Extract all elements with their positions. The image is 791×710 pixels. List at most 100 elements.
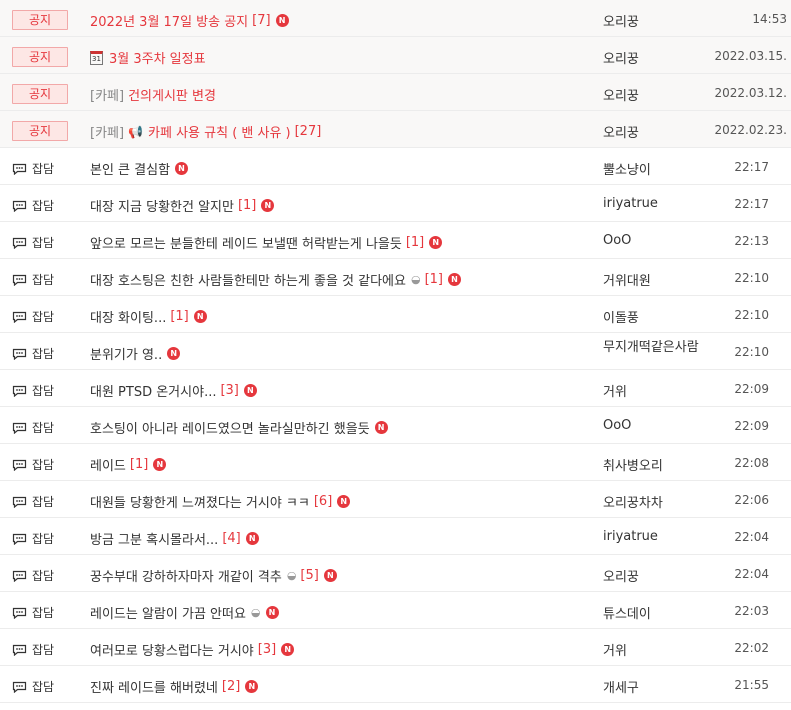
post-category[interactable]: 잡담 <box>12 567 54 584</box>
post-date: 22:17 <box>734 197 769 211</box>
notice-title-link[interactable]: 2022년 3월 17일 방송 공지 [7] N <box>90 11 289 30</box>
comment-count[interactable]: [27] <box>295 124 322 139</box>
post-title-text: 본인 큰 결심함 <box>90 163 171 178</box>
post-title-link[interactable]: 대원들 당황한게 느껴졌다는 거시야 ㅋㅋ [6] N <box>90 492 351 511</box>
author-name[interactable]: 오리꿍 <box>603 11 639 30</box>
author-name[interactable]: 뿔소냥이 <box>603 159 651 178</box>
post-title-link[interactable]: 본인 큰 결심함 N <box>90 159 189 178</box>
post-title-text: 대장 호스팅은 친한 사람들한테만 하는게 좋을 것 같다에요 <box>90 274 406 289</box>
post-date: 22:06 <box>734 493 769 507</box>
notice-badge: 공지 <box>12 121 68 141</box>
post-row: 잡담 진짜 레이드를 해버렸네 [2] N 개세구 21:55 <box>0 666 791 703</box>
post-title-link[interactable]: 앞으로 모르는 분들한테 레이드 보낼땐 허락받는게 나을듯 [1] N <box>90 233 443 252</box>
notice-prefix: [카페] <box>90 89 125 104</box>
post-date: 22:04 <box>734 567 769 581</box>
notice-badge: 공지 <box>12 47 68 67</box>
post-category[interactable]: 잡담 <box>12 419 54 436</box>
post-category[interactable]: 잡담 <box>12 456 54 473</box>
new-badge-icon: N <box>175 162 189 175</box>
comment-count[interactable]: [1] <box>425 272 443 287</box>
post-title-link[interactable]: 진짜 레이드를 해버렸네 [2] N <box>90 677 259 696</box>
chat-bubble-icon <box>12 533 27 545</box>
comment-count[interactable]: [1] <box>170 309 188 324</box>
author-name[interactable]: OoO <box>603 233 631 248</box>
comment-count[interactable]: [1] <box>238 198 256 213</box>
notice-title-link[interactable]: [카페] 📢 카페 사용 규칙 ( 밴 사유 ) [27] <box>90 122 321 141</box>
post-category[interactable]: 잡담 <box>12 271 54 288</box>
notice-title-link[interactable]: 31 3월 3주차 일정표 <box>90 48 206 67</box>
post-date: 21:55 <box>734 678 769 692</box>
comment-count[interactable]: [3] <box>258 642 276 657</box>
post-category[interactable]: 잡담 <box>12 382 54 399</box>
notice-row: 공지 2022년 3월 17일 방송 공지 [7] N 오리꿍 14:53 <box>0 0 791 37</box>
category-label: 잡담 <box>32 199 55 213</box>
post-category[interactable]: 잡담 <box>12 604 54 621</box>
author-name[interactable]: 개세구 <box>603 677 639 696</box>
author-name[interactable]: 거위 <box>603 640 627 659</box>
comment-count[interactable]: [2] <box>222 679 240 694</box>
post-category[interactable]: 잡담 <box>12 345 54 362</box>
post-title-text: 분위기가 영.. <box>90 348 163 363</box>
post-title-link[interactable]: 호스팅이 아니라 레이드였으면 놀라실만하긴 했을듯 N <box>90 418 388 437</box>
post-category[interactable]: 잡담 <box>12 530 54 547</box>
post-title-link[interactable]: 여러모로 당황스럽다는 거시야 [3] N <box>90 640 295 659</box>
post-category[interactable]: 잡담 <box>12 197 54 214</box>
comment-count[interactable]: [5] <box>300 568 318 583</box>
new-badge-icon: N <box>337 495 351 508</box>
notice-title-link[interactable]: [카페] 건의게시판 변경 <box>90 85 216 104</box>
post-category[interactable]: 잡담 <box>12 308 54 325</box>
post-title-link[interactable]: 레이드 [1] N <box>90 455 167 474</box>
chat-bubble-icon <box>12 348 27 360</box>
author-name[interactable]: iriyatrue <box>603 529 658 544</box>
comment-count[interactable]: [1] <box>406 235 424 250</box>
category-label: 잡담 <box>32 532 55 546</box>
post-title-link[interactable]: 방금 그분 혹시몰라서... [4] N <box>90 529 259 548</box>
author-name[interactable]: 튜스데이 <box>603 603 651 622</box>
author-name[interactable]: OoO <box>603 418 631 433</box>
author-name[interactable]: 오리꿍 <box>603 48 639 67</box>
post-date: 22:04 <box>734 530 769 544</box>
comment-count[interactable]: [3] <box>220 383 238 398</box>
post-category[interactable]: 잡담 <box>12 493 54 510</box>
author-name[interactable]: 오리꿍 <box>603 85 639 104</box>
author-name[interactable]: 거위대원 <box>603 270 651 289</box>
author-name[interactable]: 거위 <box>603 381 627 400</box>
post-date: 22:09 <box>734 419 769 433</box>
post-date: 14:53 <box>752 12 787 26</box>
author-name[interactable]: 오리꿍 <box>603 122 639 141</box>
emoticon-icon: ◒ <box>250 606 261 619</box>
post-category[interactable]: 잡담 <box>12 641 54 658</box>
author-name[interactable]: 취사병오리 <box>603 455 663 474</box>
post-date: 22:08 <box>734 456 769 470</box>
notice-prefix: [카페] <box>90 126 125 141</box>
post-title-link[interactable]: 대장 지금 당황한건 알지만 [1] N <box>90 196 275 215</box>
post-title-link[interactable]: 꿍수부대 강하하자마자 개같이 격추 ◒ [5] N <box>90 566 337 585</box>
category-label: 잡담 <box>32 569 55 583</box>
author-name[interactable]: 이돌풍 <box>603 307 639 326</box>
post-title-text: 레이드는 알람이 가끔 안떠요 <box>90 607 246 622</box>
author-name[interactable]: 무지개떡같은사람 <box>603 336 699 355</box>
comment-count[interactable]: [4] <box>222 531 240 546</box>
author-name[interactable]: 오리꿍 <box>603 566 639 585</box>
post-category[interactable]: 잡담 <box>12 678 54 695</box>
post-title-link[interactable]: 대원 PTSD 온거시야... [3] N <box>90 381 257 400</box>
post-title-link[interactable]: 대장 화이팅... [1] N <box>90 307 207 326</box>
post-row: 잡담 분위기가 영.. N 무지개떡같은사람 22:10 <box>0 333 791 370</box>
post-date: 22:09 <box>734 382 769 396</box>
post-title-text: 대장 지금 당황한건 알지만 <box>90 200 234 215</box>
post-row: 잡담 대장 호스팅은 친한 사람들한테만 하는게 좋을 것 같다에요 ◒ [1] N 거위… <box>0 259 791 296</box>
comment-count[interactable]: [6] <box>314 494 332 509</box>
post-category[interactable]: 잡담 <box>12 160 54 177</box>
post-title-link[interactable]: 대장 호스팅은 친한 사람들한테만 하는게 좋을 것 같다에요 ◒ [1] N <box>90 270 461 289</box>
post-category[interactable]: 잡담 <box>12 234 54 251</box>
author-name[interactable]: iriyatrue <box>603 196 658 211</box>
emoticon-icon: ◒ <box>410 273 421 286</box>
comment-count[interactable]: [1] <box>130 457 148 472</box>
notice-row: 공지 [카페] 건의게시판 변경 오리꿍 2022.03.12. <box>0 74 791 111</box>
post-title-text: 대장 화이팅... <box>90 311 167 326</box>
notice-title-text: 카페 사용 규칙 ( 밴 사유 ) <box>148 126 291 141</box>
author-name[interactable]: 오리꿍차차 <box>603 492 663 511</box>
post-title-link[interactable]: 레이드는 알람이 가끔 안떠요 ◒ N <box>90 603 279 622</box>
comment-count[interactable]: [7] <box>252 13 270 28</box>
post-title-link[interactable]: 분위기가 영.. N <box>90 344 181 363</box>
